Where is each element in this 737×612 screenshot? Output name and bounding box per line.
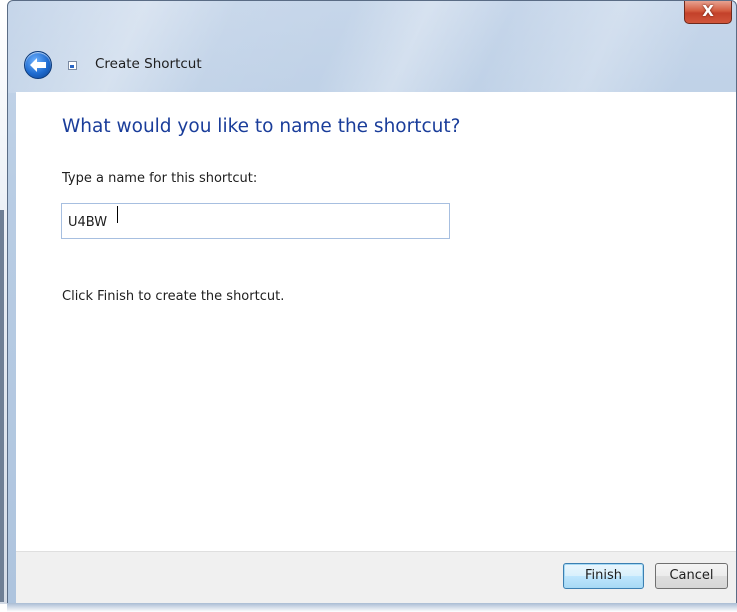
finish-instruction: Click Finish to create the shortcut.	[62, 289, 285, 304]
button-bar: Finish Cancel	[16, 551, 736, 603]
shortcut-icon	[68, 61, 77, 70]
cancel-button[interactable]: Cancel	[655, 563, 728, 589]
back-arrow-icon	[30, 58, 46, 72]
close-icon: X	[702, 2, 714, 20]
back-button[interactable]	[24, 51, 52, 79]
wizard-title: Create Shortcut	[95, 56, 202, 72]
close-button[interactable]: X	[684, 1, 732, 24]
window-left-shadow	[0, 210, 4, 602]
window-left-edge	[0, 0, 7, 604]
shortcut-name-input[interactable]	[61, 203, 450, 239]
wizard-header: Create Shortcut	[8, 45, 736, 85]
finish-button[interactable]: Finish	[563, 563, 644, 589]
create-shortcut-window: X Create Shortcut What would you like to…	[7, 0, 737, 604]
text-caret	[117, 206, 118, 223]
shortcut-name-label: Type a name for this shortcut:	[62, 171, 258, 186]
window-bottom-edge	[7, 603, 737, 612]
wizard-content: What would you like to name the shortcut…	[16, 92, 736, 551]
page-heading: What would you like to name the shortcut…	[62, 116, 461, 137]
